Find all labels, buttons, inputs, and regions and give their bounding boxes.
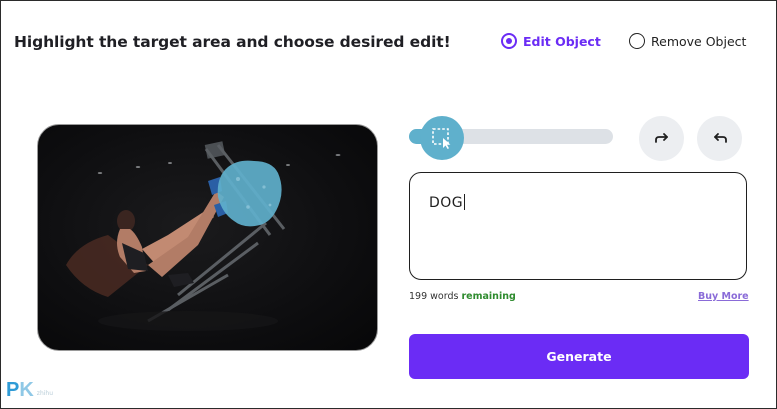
- brush-size-handle[interactable]: [420, 116, 464, 160]
- edit-object-option[interactable]: Edit Object: [501, 33, 601, 49]
- remove-object-option[interactable]: Remove Object: [629, 33, 746, 49]
- undo-icon: [713, 132, 727, 143]
- athlete: [117, 177, 228, 287]
- redo-icon: [654, 132, 668, 143]
- selection-cursor-icon: [432, 128, 451, 149]
- redo-button[interactable]: [639, 116, 684, 161]
- generate-button[interactable]: Generate: [409, 334, 749, 379]
- word-counter: 199 words remaining: [409, 291, 516, 302]
- watermark-letter-p: P: [6, 379, 20, 401]
- edit-object-label: Edit Object: [523, 33, 601, 49]
- page-title: Highlight the target area and choose des…: [14, 33, 451, 51]
- remove-object-label: Remove Object: [651, 33, 747, 49]
- editing-canvas[interactable]: [37, 124, 378, 351]
- highlight-mask: [217, 160, 282, 227]
- text-caret: [464, 194, 466, 210]
- app-frame: Highlight the target area and choose des…: [0, 0, 777, 409]
- prompt-input[interactable]: DOG: [409, 172, 747, 280]
- prompt-value: DOG: [429, 195, 464, 211]
- word-count: 199 words: [409, 291, 459, 302]
- gym-photo: [66, 141, 341, 331]
- radio-checked-icon[interactable]: [501, 33, 517, 49]
- prompt-text-field[interactable]: DOG: [429, 194, 466, 211]
- radio-unchecked-icon[interactable]: [629, 33, 645, 49]
- word-count-suffix: remaining: [461, 291, 516, 302]
- ceiling-lights: [97, 154, 341, 174]
- buy-more-link[interactable]: Buy More: [698, 291, 749, 302]
- watermark-letter-k: K: [19, 379, 34, 401]
- undo-button[interactable]: [697, 116, 742, 161]
- watermark-small-text: zhihu: [36, 390, 54, 397]
- watermark-logo: P K zhihu: [6, 379, 53, 402]
